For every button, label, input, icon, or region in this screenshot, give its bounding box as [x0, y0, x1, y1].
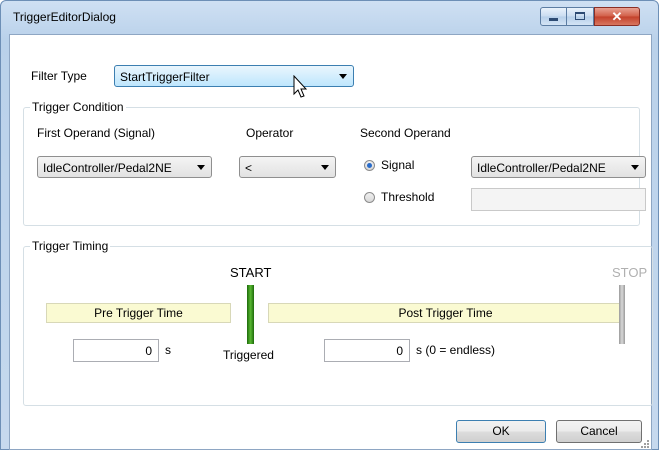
signal-radio-label[interactable]: Signal	[381, 158, 414, 172]
pre-trigger-time-label: Pre Trigger Time	[94, 306, 183, 320]
chevron-down-icon	[321, 165, 329, 170]
pre-trigger-time-value: 0	[145, 344, 152, 358]
first-operand-label: First Operand (Signal)	[37, 126, 156, 140]
resize-grip-icon[interactable]	[640, 439, 650, 449]
signal-radio[interactable]	[364, 160, 375, 171]
threshold-radio[interactable]	[364, 192, 375, 203]
operator-label: Operator	[246, 126, 294, 140]
first-operand-value: IdleController/Pedal2NE	[43, 161, 172, 175]
threshold-radio-label[interactable]: Threshold	[381, 190, 434, 204]
dialog-window: TriggerEditorDialog ✕ Filter Type StartT…	[0, 0, 659, 450]
second-operand-signal-dropdown[interactable]: IdleController/Pedal2NE	[471, 156, 646, 178]
chevron-down-icon	[631, 165, 639, 170]
maximize-button[interactable]	[567, 7, 594, 26]
minimize-button[interactable]	[540, 7, 567, 26]
post-trigger-time-value: 0	[396, 344, 403, 358]
pre-trigger-unit: s	[165, 343, 171, 357]
trigger-timing-group: Trigger Timing START STOP Pre Trigger Ti…	[23, 239, 653, 406]
chevron-down-icon	[197, 165, 205, 170]
first-operand-dropdown[interactable]: IdleController/Pedal2NE	[37, 156, 212, 178]
dialog-body: Filter Type StartTriggerFilter Trigger C…	[9, 34, 653, 450]
close-button[interactable]: ✕	[594, 7, 640, 26]
mouse-cursor-icon	[293, 75, 308, 98]
post-trigger-time-label: Post Trigger Time	[398, 306, 493, 320]
post-trigger-time-input[interactable]: 0	[324, 339, 410, 362]
filter-type-value: StartTriggerFilter	[120, 70, 210, 84]
radio-selected-dot	[367, 163, 372, 168]
operator-value: <	[245, 161, 253, 175]
pre-trigger-time-band: Pre Trigger Time	[46, 303, 231, 323]
trigger-condition-legend: Trigger Condition	[30, 100, 126, 114]
second-operand-signal-value: IdleController/Pedal2NE	[477, 161, 606, 175]
filter-type-label: Filter Type	[31, 69, 87, 83]
stop-marker	[619, 285, 625, 344]
maximize-icon	[575, 12, 585, 20]
stop-label: STOP	[612, 265, 648, 280]
triggered-label: Triggered	[223, 348, 274, 362]
threshold-input[interactable]	[471, 188, 646, 211]
chevron-down-icon	[339, 74, 347, 79]
window-title: TriggerEditorDialog	[13, 10, 116, 24]
trigger-condition-group: Trigger Condition First Operand (Signal)…	[23, 100, 646, 226]
title-bar[interactable]: TriggerEditorDialog ✕	[1, 1, 658, 35]
operator-dropdown[interactable]: <	[239, 156, 336, 178]
start-label: START	[230, 265, 272, 280]
trigger-timing-legend: Trigger Timing	[30, 239, 111, 253]
close-icon: ✕	[611, 9, 623, 24]
filter-type-dropdown[interactable]: StartTriggerFilter	[114, 65, 354, 87]
pre-trigger-time-input[interactable]: 0	[73, 339, 159, 362]
cancel-button[interactable]: Cancel	[556, 420, 642, 443]
post-trigger-unit: s (0 = endless)	[416, 343, 496, 357]
post-trigger-time-band: Post Trigger Time	[268, 303, 623, 323]
minimize-icon	[549, 18, 558, 21]
start-marker	[247, 285, 254, 344]
second-operand-label: Second Operand	[360, 126, 451, 140]
ok-button[interactable]: OK	[456, 420, 546, 443]
